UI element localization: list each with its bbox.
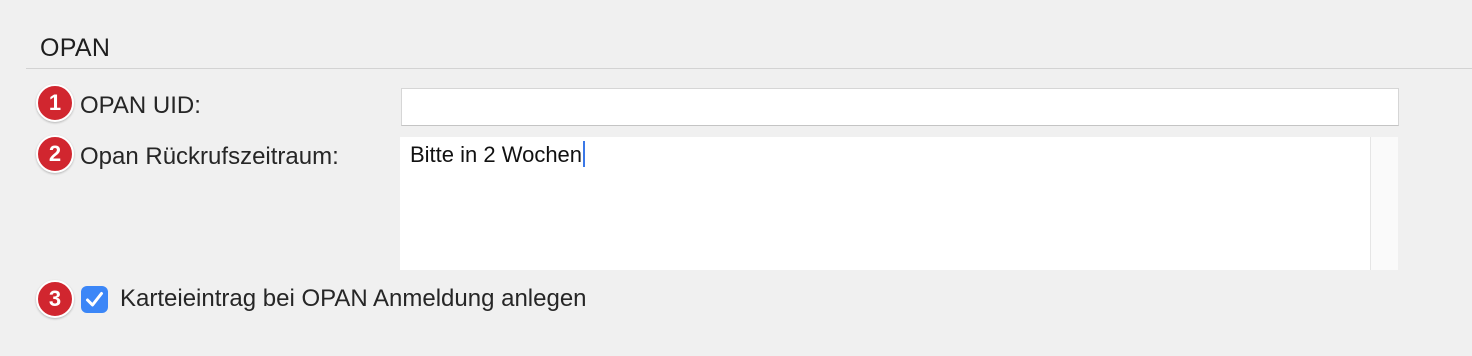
callback-period-textarea[interactable]: Bitte in 2 Wochen xyxy=(400,137,1398,270)
section-title: OPAN xyxy=(40,34,111,62)
opan-uid-label: OPAN UID: xyxy=(80,92,201,119)
section-divider xyxy=(26,68,1472,69)
checkmark-icon xyxy=(86,292,103,307)
step-marker-1: 1 xyxy=(36,84,74,122)
karteieintrag-checkbox[interactable] xyxy=(81,286,108,313)
text-caret xyxy=(583,141,586,167)
callback-period-value: Bitte in 2 Wochen xyxy=(410,142,583,167)
opan-uid-input[interactable] xyxy=(401,88,1399,126)
step-marker-3: 3 xyxy=(36,280,74,318)
opan-settings-panel: OPAN 1 OPAN UID: 2 Opan Rückrufszeitraum… xyxy=(0,0,1472,356)
callback-period-label: Opan Rückrufszeitraum: xyxy=(80,143,339,170)
karteieintrag-checkbox-label[interactable]: Karteieintrag bei OPAN Anmeldung anlegen xyxy=(120,284,587,314)
textarea-scrollbar[interactable] xyxy=(1370,137,1398,270)
step-marker-2: 2 xyxy=(36,135,74,173)
